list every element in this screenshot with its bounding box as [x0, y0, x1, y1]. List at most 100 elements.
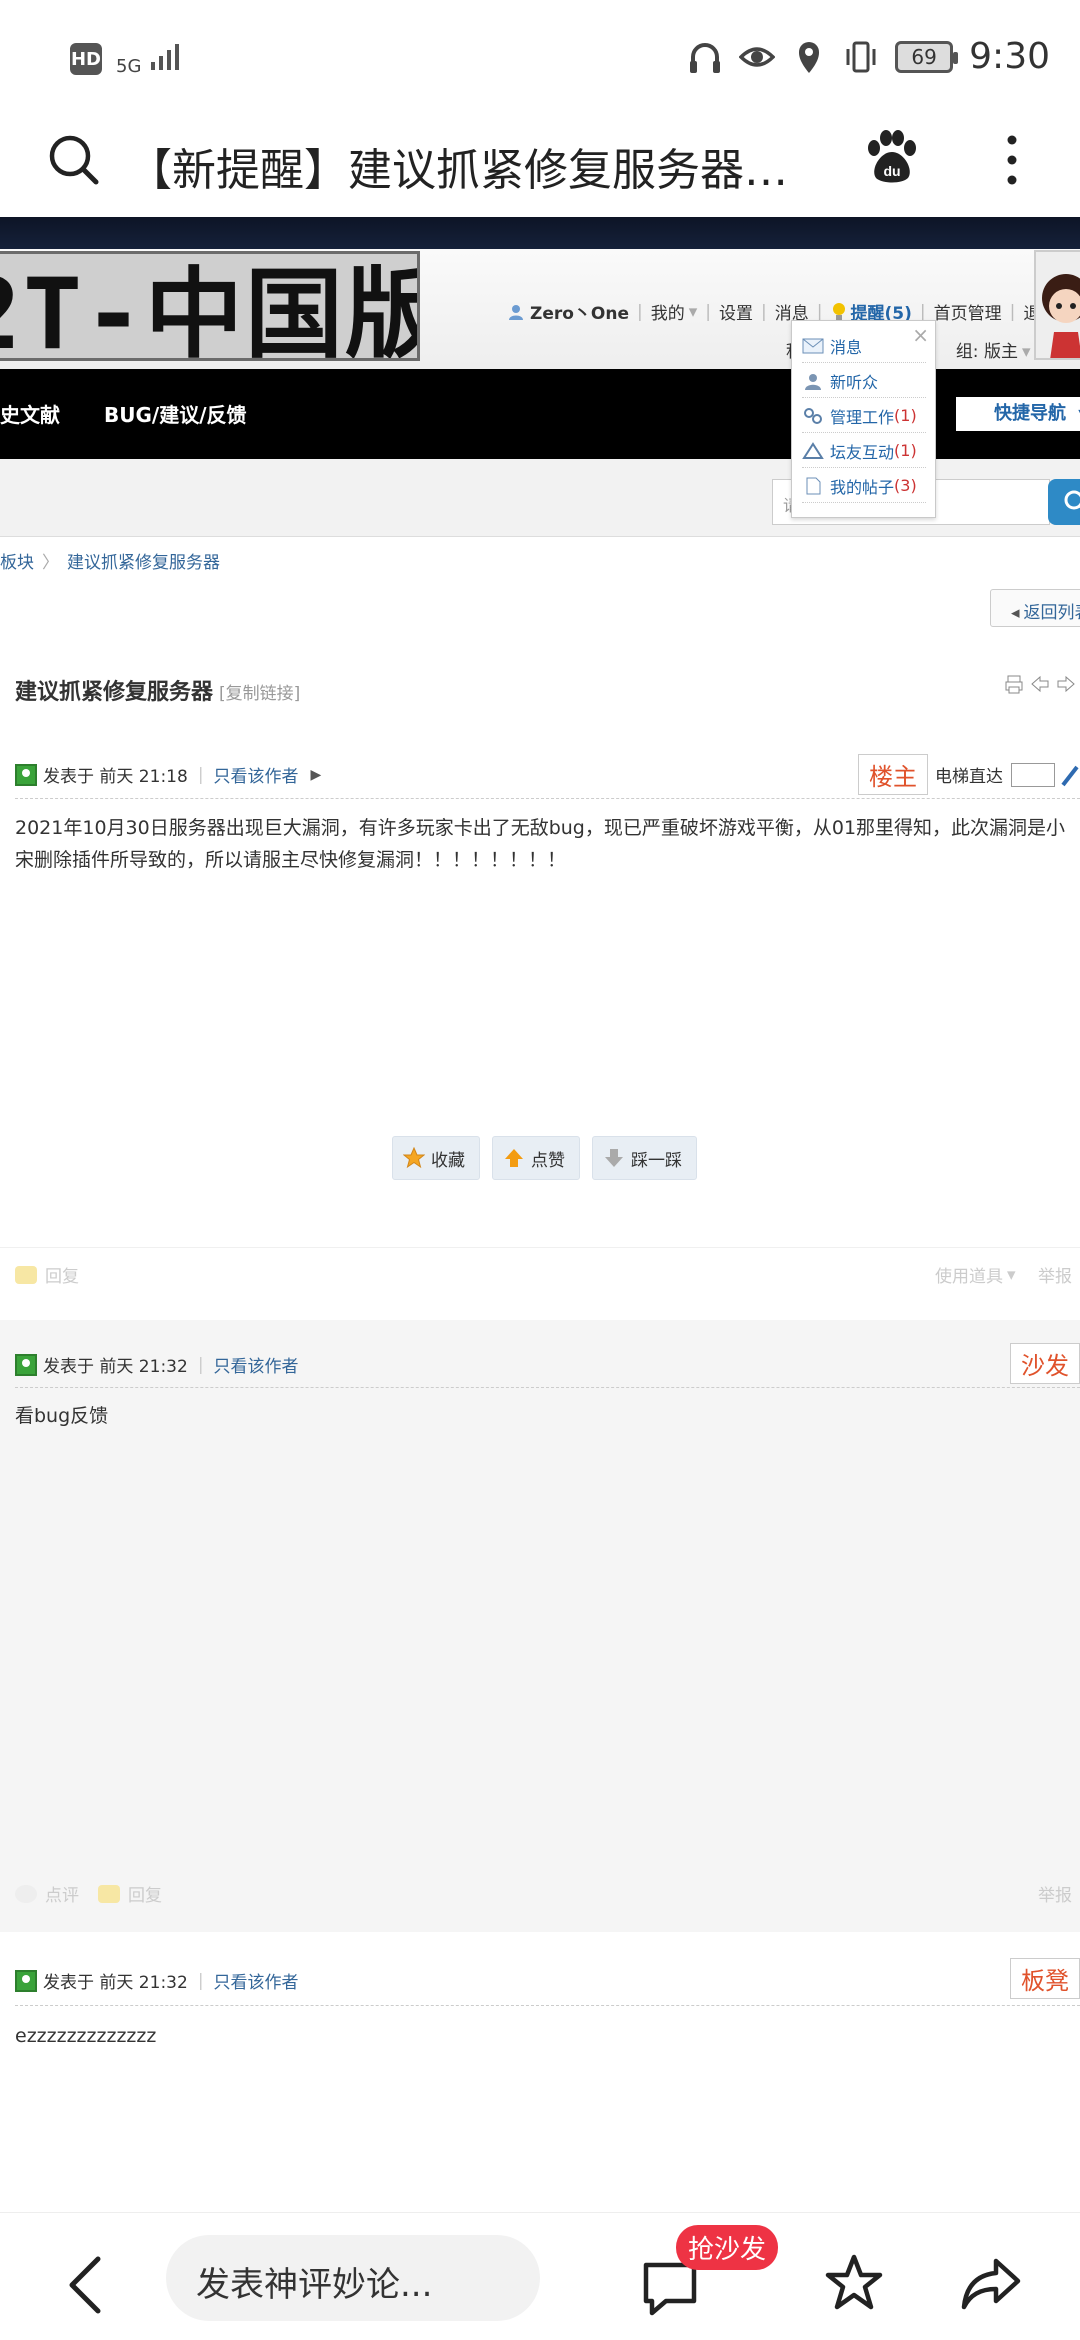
sofa-badge[interactable]: 抢沙发 — [676, 2225, 779, 2270]
reply-button[interactable]: 回复 — [98, 1881, 162, 1906]
link-icon — [804, 407, 822, 424]
reply-icon — [15, 1265, 37, 1284]
report-button[interactable]: 举报 — [1038, 1262, 1072, 1287]
like-label: 点赞 — [531, 1150, 565, 1171]
person-icon — [805, 373, 821, 390]
svg-text:du: du — [883, 163, 900, 179]
dropdown-item-interaction[interactable]: 坛友互动 (1) — [802, 434, 926, 468]
comment-icon — [15, 1884, 37, 1903]
online-status-icon — [15, 1353, 37, 1376]
location-icon — [799, 41, 820, 73]
only-author-link[interactable]: 只看该作者 — [214, 762, 299, 787]
online-status-icon — [15, 1969, 37, 1992]
elevator-go-icon[interactable] — [1061, 763, 1080, 787]
use-tool-menu[interactable]: 使用道具 ▾ — [935, 1262, 1016, 1288]
breadcrumb-separator: 〉 — [42, 553, 59, 573]
hd-badge: HD — [70, 43, 102, 75]
next-thread-icon[interactable] — [1056, 674, 1076, 694]
avatar[interactable] — [1034, 250, 1080, 360]
floor-badge: 板凳 — [1010, 1958, 1080, 1999]
breadcrumb-parent[interactable]: 板块 — [0, 553, 34, 573]
logo-text: 2T-中国版 — [0, 258, 420, 361]
star-icon — [403, 1147, 425, 1169]
forum-search-button[interactable] — [1048, 479, 1080, 525]
user-group: 组: 版主 — [955, 342, 1018, 362]
home-manage-link[interactable]: 首页管理 — [934, 299, 1002, 324]
breadcrumb-current[interactable]: 建议抓紧修复服务器 — [67, 553, 220, 573]
down-arrow-icon — [605, 1149, 623, 1167]
back-to-list-button[interactable]: ◂返回列表 — [990, 589, 1080, 627]
up-arrow-icon — [505, 1149, 523, 1167]
settings-link[interactable]: 设置 — [719, 299, 753, 324]
forum-logo[interactable]: 2T-中国版 — [0, 251, 420, 361]
favorite-star-icon[interactable] — [824, 2253, 884, 2313]
back-to-list-label: 返回列表 — [1023, 603, 1080, 623]
page-title[interactable]: 【新提醒】建议抓紧修复服务器… — [128, 134, 848, 198]
reminders-dropdown: × 消息 新听众 管理工作 (1) 坛友互动 (1) 我的帖子 (3) — [791, 320, 936, 518]
floor-badge: 楼主 — [858, 754, 928, 795]
report-button[interactable]: 举报 — [1038, 1881, 1072, 1906]
copy-link-button[interactable]: [复制链接] — [219, 684, 300, 704]
signal-icon — [151, 44, 180, 70]
user-nav: Zero丶One | 我的 ▾ | 设置 | 消息 | 提醒(5) | 首页管理 … — [508, 299, 1057, 324]
quick-nav-button[interactable]: 快捷导航 ▾ — [956, 397, 1080, 431]
dropdown-item-label: 消息 — [830, 337, 863, 357]
thread-tools — [1004, 674, 1076, 694]
username-link[interactable]: Zero丶One — [530, 299, 629, 324]
reply-label: 回复 — [45, 1267, 79, 1287]
only-author-link[interactable]: 只看该作者 — [214, 1968, 299, 1993]
share-icon[interactable] — [960, 2257, 1022, 2311]
post-2-meta: 发表于 前天 21:32 | 只看该作者 — [15, 1352, 299, 1377]
online-status-icon — [15, 763, 37, 786]
my-menu[interactable]: 我的 — [651, 299, 685, 324]
reply-label: 回复 — [128, 1886, 162, 1906]
triangle-arrows-icon — [802, 441, 824, 459]
only-author-link[interactable]: 只看该作者 — [214, 1352, 299, 1377]
dropdown-item-manage-work[interactable]: 管理工作 (1) — [802, 399, 926, 433]
baidu-paw-icon[interactable]: du — [860, 126, 920, 186]
lightbulb-icon — [832, 302, 845, 320]
dropdown-item-label: 我的帖子 — [830, 477, 895, 497]
browser-toolbar: 【新提醒】建议抓紧修复服务器… du — [0, 120, 1080, 218]
elevator-input[interactable] — [1011, 762, 1055, 787]
floor-badge: 沙发 — [1010, 1343, 1080, 1384]
dropdown-item-my-posts[interactable]: 我的帖子 (3) — [802, 469, 926, 503]
user-icon — [509, 304, 523, 320]
nav-item-bug-feedback[interactable]: BUG/建议/反馈 — [104, 399, 247, 428]
post-divider — [15, 1387, 1080, 1388]
search-icon[interactable] — [44, 130, 104, 190]
envelope-icon — [802, 338, 824, 353]
print-icon[interactable] — [1004, 674, 1024, 694]
comment-button[interactable]: 点评 — [15, 1881, 79, 1906]
vibrate-icon — [846, 41, 876, 72]
post-date: 发表于 前天 21:18 — [43, 767, 188, 787]
favorite-button[interactable]: 收藏 — [392, 1136, 480, 1180]
bottom-toolbar: 发表神评妙论... 抢沙发 — [0, 2212, 1080, 2340]
dropdown-item-messages[interactable]: 消息 — [802, 329, 926, 363]
post-1-footer: 回复 使用道具 ▾ 举报 — [0, 1247, 1080, 1297]
back-arrow-icon: ◂ — [1011, 603, 1020, 623]
prev-thread-icon[interactable] — [1030, 674, 1050, 694]
reply-icon — [98, 1884, 120, 1903]
dislike-label: 踩一踩 — [631, 1150, 682, 1171]
post-3-body: ezzzzzzzzzzzzz — [15, 2025, 157, 2047]
more-menu-icon[interactable] — [1000, 130, 1024, 190]
post-date: 发表于 前天 21:32 — [43, 1357, 188, 1377]
status-bar: HD 5G 69 9:30 — [0, 0, 1080, 120]
comment-input[interactable]: 发表神评妙论... — [166, 2235, 540, 2321]
comment-label: 点评 — [45, 1886, 79, 1906]
expand-arrow-icon[interactable]: ▶ — [311, 767, 322, 783]
post-3-meta: 发表于 前天 21:32 | 只看该作者 — [15, 1968, 299, 1993]
post-2-body: 看bug反馈 — [15, 1405, 109, 1427]
dropdown-item-label: 管理工作 — [830, 407, 895, 427]
nav-item-history[interactable]: 史文献 — [0, 399, 60, 428]
reply-button[interactable]: 回复 — [15, 1262, 79, 1287]
back-icon[interactable] — [64, 2255, 108, 2315]
like-button[interactable]: 点赞 — [492, 1136, 580, 1180]
eye-icon — [739, 46, 776, 67]
headphones-icon — [690, 42, 721, 73]
avatar-image — [1036, 252, 1080, 358]
dislike-button[interactable]: 踩一踩 — [592, 1136, 697, 1180]
dropdown-item-new-followers[interactable]: 新听众 — [802, 364, 926, 398]
comments-icon[interactable] — [640, 2261, 700, 2317]
